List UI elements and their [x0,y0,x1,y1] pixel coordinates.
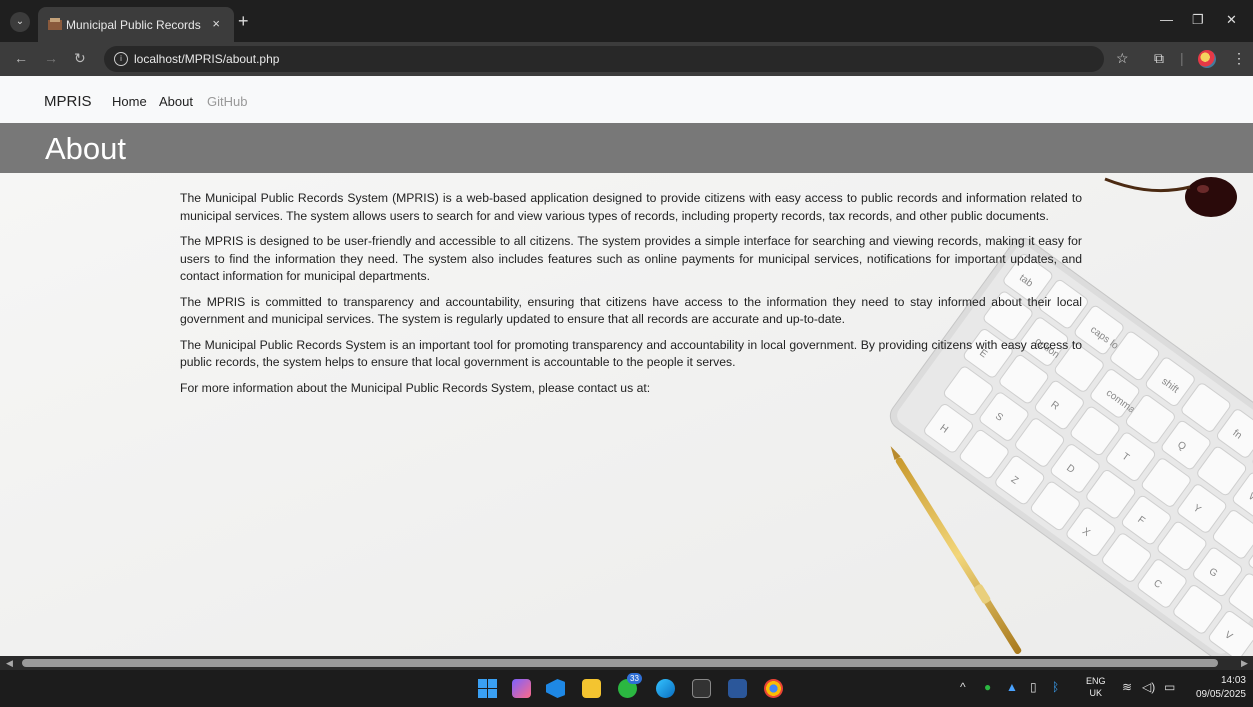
language-code: ENG [1086,676,1106,686]
chrome-icon[interactable] [764,679,783,698]
site-navbar: MPRIS Home About GitHub [0,76,1253,123]
toolbar-divider: | [1180,50,1184,66]
tray-overflow-icon[interactable]: ^ [960,680,966,694]
notification-badge: 33 [627,673,642,684]
clock-date: 09/05/2025 [1195,689,1246,700]
bookmark-star-icon[interactable]: ☆ [1116,50,1129,67]
system-clock[interactable]: 14:03 09/05/2025 [1188,674,1246,702]
copilot-icon[interactable] [512,679,531,698]
terminal-icon[interactable] [692,679,711,698]
file-explorer-icon[interactable] [582,679,601,698]
menu-kebab-icon[interactable]: ⋮ [1232,50,1246,67]
word-icon[interactable] [728,679,747,698]
new-tab-button[interactable]: + [238,12,249,30]
forward-icon[interactable]: → [44,51,58,65]
tab-close-icon[interactable]: × [212,16,220,31]
extensions-icon[interactable]: ⧉ [1154,50,1164,67]
screen: ⌄ Municipal Public Records × + — ❐ ✕ ← →… [0,0,1253,707]
nav-link-home[interactable]: Home [112,94,147,109]
nav-link-about[interactable]: About [159,94,193,109]
about-paragraph: The Municipal Public Records System is a… [180,337,1082,370]
volume-icon[interactable]: ◁) [1142,680,1155,694]
horizontal-scrollbar[interactable]: ◀ ▶ [0,656,1253,670]
browser-tab[interactable]: Municipal Public Records × [38,7,234,42]
tab-title: Municipal Public Records [66,18,201,32]
clock-time: 14:03 [1220,675,1246,686]
battery-icon[interactable]: ▭ [1164,680,1175,694]
language-region: UK [1089,688,1103,698]
profile-avatar-icon[interactable] [1198,50,1216,68]
about-paragraph: For more information about the Municipal… [180,380,651,395]
about-content: The Municipal Public Records System (MPR… [180,190,1082,405]
tray-drive-icon[interactable]: ▲ [1006,680,1018,694]
windows-taskbar: 33 ^ ● ▲ ▯ ᛒ ENG UK ≋ ◁) ▭ 14:03 09/05/2… [0,670,1253,707]
language-indicator[interactable]: ENG UK [1086,675,1106,699]
back-icon[interactable]: ← [14,51,28,65]
web-page: MPRIS Home About GitHub About tab caps l… [0,76,1253,656]
about-paragraph: The Municipal Public Records System (MPR… [180,191,1082,223]
scroll-right-icon[interactable]: ▶ [1241,658,1248,669]
edge-icon[interactable] [656,679,675,698]
wifi-icon[interactable]: ≋ [1122,680,1132,694]
site-info-icon[interactable]: i [114,52,128,66]
window-close-icon[interactable]: ✕ [1226,12,1237,28]
reload-icon[interactable]: ↻ [74,51,86,65]
scrollbar-thumb[interactable] [22,659,1218,667]
about-paragraph: The MPRIS is committed to transparency a… [180,294,1082,327]
browser-toolbar: ← → ↻ i localhost/MPRIS/about.php ☆ ⧉ | … [0,42,1253,76]
tray-device-icon[interactable]: ▯ [1030,680,1037,694]
scroll-left-icon[interactable]: ◀ [6,658,13,669]
bluetooth-icon[interactable]: ᛒ [1052,680,1059,694]
tab-search-button[interactable]: ⌄ [10,12,30,32]
about-paragraph: The MPRIS is designed to be user-friendl… [180,234,1082,283]
favicon-icon [48,18,62,30]
restore-icon[interactable]: ❐ [1192,12,1204,28]
tray-app-icon[interactable]: ● [984,680,991,694]
nav-link-github[interactable]: GitHub [207,94,247,109]
vscode-icon[interactable] [546,679,565,698]
page-header-banner: About [0,123,1253,173]
windows-start-icon[interactable] [478,679,497,698]
page-title: About [45,131,127,166]
site-brand[interactable]: MPRIS [44,93,92,110]
browser-tab-strip: ⌄ Municipal Public Records × + — ❐ ✕ [0,0,1253,42]
address-url: localhost/MPRIS/about.php [134,52,280,66]
address-bar[interactable]: i localhost/MPRIS/about.php [104,46,1104,72]
whatsapp-icon[interactable]: 33 [618,673,642,698]
minimize-icon[interactable]: — [1160,12,1173,27]
